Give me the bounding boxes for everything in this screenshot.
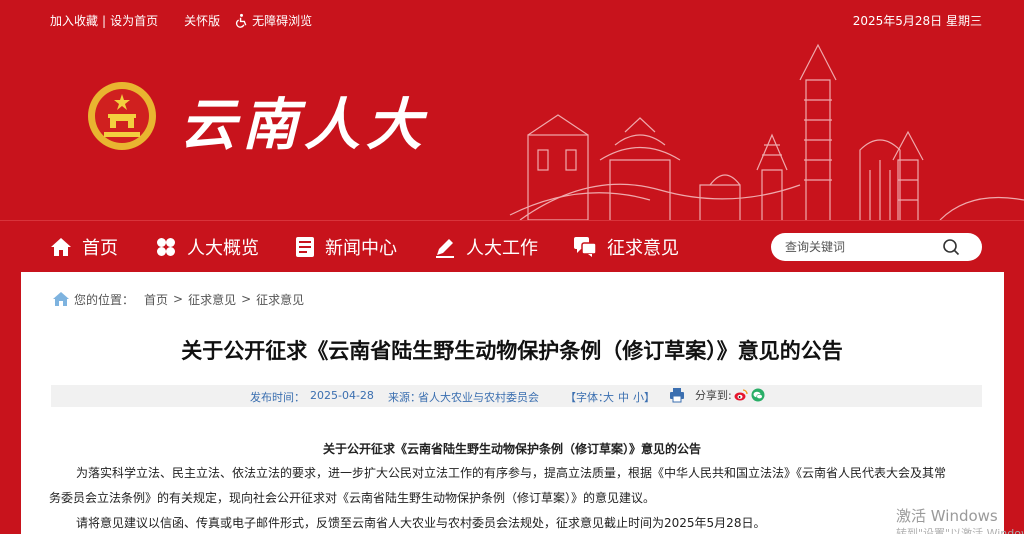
publish-time-label: 发布时间：	[250, 391, 305, 404]
search-input[interactable]	[785, 240, 935, 254]
breadcrumb-label: 您的位置：	[74, 292, 135, 307]
breadcrumb: 您的位置： 首页 > 征求意见 > 征求意见	[52, 290, 304, 308]
chat-icon	[574, 237, 597, 257]
breadcrumb-separator: >	[241, 292, 252, 306]
site-logo-text: 云南人大	[180, 92, 428, 158]
weibo-icon[interactable]	[734, 388, 748, 402]
breadcrumb-item-opinions[interactable]: 征求意见	[188, 291, 236, 308]
topbar-separator: |	[102, 13, 107, 28]
home-icon	[51, 238, 71, 256]
add-favorite-link[interactable]: 加入收藏	[50, 12, 98, 29]
top-bar: 加入收藏 | 设为首页 关怀版 无障碍浏览 2025年5月28日 星期三	[0, 0, 1024, 38]
publish-date: 2025-04-28	[310, 389, 374, 402]
wechat-icon[interactable]	[751, 388, 765, 402]
document-icon	[296, 237, 314, 257]
set-homepage-link[interactable]: 设为首页	[110, 12, 158, 29]
breadcrumb-item-home[interactable]: 首页	[144, 291, 168, 308]
article-meta-bar: 发布时间： 2025-04-28 来源： 省人大农业与农村委员会 【字体： 大 …	[51, 385, 982, 407]
breadcrumb-item-current[interactable]: 征求意见	[256, 291, 304, 308]
print-icon[interactable]	[669, 387, 685, 403]
nav-item-home[interactable]: 首页	[50, 221, 118, 273]
font-size-medium[interactable]: 中	[618, 389, 629, 405]
article-paragraph-2: 请将意见建议以信函、传真或电子邮件形式，反馈至云南省人大农业与农村委员会法规处，…	[76, 516, 766, 530]
nav-item-label: 人大工作	[466, 238, 538, 259]
current-date: 2025年5月28日 星期三	[852, 14, 982, 28]
font-size-small[interactable]: 小】	[633, 389, 655, 405]
clover-icon	[157, 238, 175, 256]
accessible-browse-label: 无障碍浏览	[252, 14, 313, 28]
share-area: 分享到:	[669, 387, 765, 403]
source-value: 省人大农业与农村委员会	[418, 391, 539, 404]
nav-item-label: 新闻中心	[325, 238, 397, 259]
site-header: 加入收藏 | 设为首页 关怀版 无障碍浏览 2025年5月28日 星期三 云南人…	[0, 0, 1024, 220]
search-icon[interactable]	[942, 238, 960, 256]
windows-activation-watermark: 激活 Windows	[896, 507, 998, 525]
article-title: 关于公开征求《云南省陆生野生动物保护条例（修订草案）》意见的公告	[181, 339, 843, 363]
article-subtitle: 关于公开征求《云南省陆生野生动物保护条例（修订草案）》意见的公告	[322, 442, 701, 456]
nav-item-opinions[interactable]: 征求意见	[573, 221, 679, 273]
nav-item-work[interactable]: 人大工作	[434, 221, 538, 273]
national-emblem-icon	[88, 82, 156, 150]
nav-item-overview[interactable]: 人大概览	[155, 221, 259, 273]
article-paragraph-1-cont: 务委员会立法条例》的有关规定，现向社会公开征求对《云南省陆生野生动物保护条例（修…	[49, 491, 656, 505]
accessible-browse-link[interactable]: 无障碍浏览	[234, 12, 312, 29]
home-location-icon	[53, 292, 69, 306]
pen-icon	[436, 239, 454, 258]
city-skyline-illustration	[509, 43, 1024, 220]
nav-item-label: 人大概览	[187, 238, 259, 259]
nav-item-news[interactable]: 新闻中心	[295, 221, 397, 273]
nav-item-label: 首页	[82, 238, 118, 259]
source-label: 来源：	[388, 391, 421, 404]
article-paragraph-1: 为落实科学立法、民主立法、依法立法的要求，进一步扩大公民对立法工作的有序参与，提…	[76, 466, 947, 480]
nav-item-label: 征求意见	[607, 238, 679, 259]
breadcrumb-separator: >	[173, 292, 184, 306]
font-size-large[interactable]: 大	[603, 389, 614, 405]
wheelchair-icon	[236, 13, 247, 28]
care-mode-link[interactable]: 关怀版	[184, 12, 220, 29]
windows-activation-hint: 转到"设置"以激活 Windows。	[896, 527, 1024, 534]
search-box	[771, 233, 982, 261]
share-label: 分享到:	[695, 389, 732, 402]
